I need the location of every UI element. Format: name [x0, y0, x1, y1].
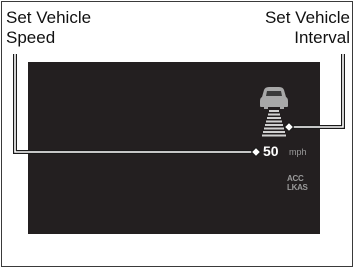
interval-leader-line [283, 54, 345, 133]
lkas-indicator: LKAS [287, 183, 308, 192]
speed-leader-line [13, 54, 262, 158]
leader-lines [13, 54, 345, 158]
vehicle-interval-icon [260, 87, 288, 137]
speed-unit: mph [289, 147, 307, 157]
diagram: Set Vehicle Speed Set Vehicle Interval 5… [0, 0, 356, 269]
set-speed-value: 50 [263, 143, 279, 159]
acc-indicator: ACC [287, 174, 304, 183]
